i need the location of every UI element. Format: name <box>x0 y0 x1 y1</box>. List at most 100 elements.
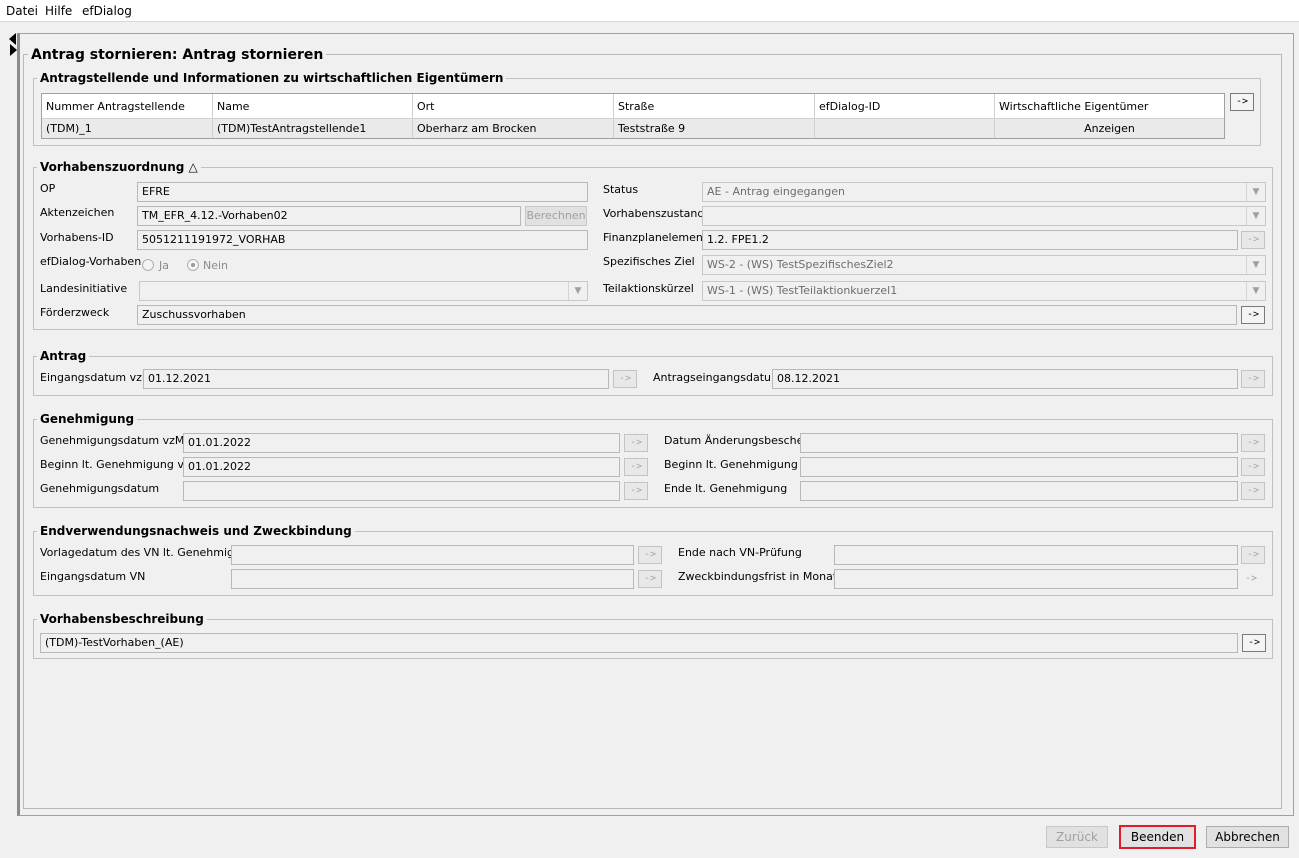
eingangsdatum-vzm-label: Eingangsdatum vzM <box>40 371 152 384</box>
page-title: Antrag stornieren: Antrag stornieren <box>28 47 327 63</box>
zweckbindungsfrist-field[interactable] <box>834 569 1238 589</box>
antragseingangsdatum-arrow-button[interactable]: -> <box>1241 370 1265 388</box>
applicants-arrow-button[interactable]: -> <box>1230 93 1254 111</box>
foerderzweck-label: Förderzweck <box>40 306 110 319</box>
beginn-vzm-field[interactable]: 01.01.2022 <box>183 457 620 477</box>
foerderzweck-field[interactable]: Zuschussvorhaben <box>137 305 1237 325</box>
triangle-up-icon[interactable]: △ <box>189 160 198 174</box>
eingangsdatum-vzm-field[interactable]: 01.12.2021 <box>143 369 609 389</box>
genehmigungsdatum-field[interactable] <box>183 481 620 501</box>
antrag-group-title: Antrag <box>37 349 90 363</box>
applicants-group-title: Antragstellende und Informationen zu wir… <box>37 71 507 85</box>
landesinitiative-select[interactable]: ▼ <box>139 281 588 301</box>
endverwendung-group-title: Endverwendungsnachweis und Zweckbindung <box>37 524 355 538</box>
op-field[interactable]: EFRE <box>137 182 588 202</box>
chevron-down-icon[interactable]: ▼ <box>1246 256 1265 274</box>
col-header-efdialog-id[interactable]: efDialog-ID <box>815 94 995 118</box>
datum-aenderungsbescheid-field[interactable] <box>800 433 1238 453</box>
vorhaben-group-title: Vorhabenszuordnung △ <box>37 160 201 174</box>
beschreibung-field[interactable]: (TDM)-TestVorhaben_(AE) <box>40 633 1238 653</box>
landesinitiative-label: Landesinitiative <box>40 282 128 295</box>
nein-radio[interactable] <box>187 259 199 271</box>
spezifisches-ziel-value: WS-2 - (WS) TestSpezifischesZiel2 <box>707 258 894 271</box>
finanzplanelement-arrow-button[interactable]: -> <box>1241 231 1265 249</box>
table-cell[interactable]: (TDM)TestAntragstellende1 <box>213 118 413 138</box>
beginn-genehmigung-field[interactable] <box>800 457 1238 477</box>
vorlagedatum-arrow-button[interactable]: -> <box>638 546 662 564</box>
beschreibung-group-title: Vorhabensbeschreibung <box>37 612 207 626</box>
show-owners-button[interactable]: Anzeigen <box>995 118 1224 138</box>
chevron-down-icon[interactable]: ▼ <box>1246 207 1265 225</box>
ende-vn-pruefung-label: Ende nach VN-Prüfung <box>678 546 802 559</box>
menu-efdialog[interactable]: efDialog <box>82 4 132 18</box>
table-cell[interactable]: Teststraße 9 <box>614 118 815 138</box>
chevron-down-icon[interactable]: ▼ <box>1246 183 1265 201</box>
datum-aenderungsbescheid-arrow-button[interactable]: -> <box>1241 434 1265 452</box>
table-cell[interactable]: (TDM)_1 <box>42 118 213 138</box>
ende-vn-pruefung-field[interactable] <box>834 545 1238 565</box>
chevron-down-icon[interactable]: ▼ <box>1246 282 1265 300</box>
ende-genehmigung-label: Ende lt. Genehmigung <box>664 482 788 495</box>
ende-genehmigung-field[interactable] <box>800 481 1238 501</box>
vorlagedatum-field[interactable] <box>231 545 634 565</box>
genehmigungsdatum-label: Genehmigungsdatum <box>40 482 160 495</box>
antragseingangsdatum-label: Antragseingangsdatum <box>653 371 782 384</box>
beginn-vzm-label: Beginn lt. Genehmigung vzM <box>40 458 200 471</box>
menu-hilfe[interactable]: Hilfe <box>45 4 72 18</box>
nein-label: Nein <box>203 259 229 272</box>
genehmigungsdatum-arrow-button[interactable]: -> <box>624 482 648 500</box>
col-header-eigentuemer[interactable]: Wirtschaftliche Eigentümer <box>995 94 1224 118</box>
ja-radio[interactable] <box>142 259 154 271</box>
zurueck-button[interactable]: Zurück <box>1046 826 1108 848</box>
zweckbindungsfrist-label: Zweckbindungsfrist in Monaten <box>678 570 851 583</box>
ende-genehmigung-arrow-button[interactable]: -> <box>1241 482 1265 500</box>
datum-aenderungsbescheid-label: Datum Änderungsbescheid <box>664 434 814 447</box>
table-cell[interactable] <box>815 118 995 138</box>
col-header-nummer[interactable]: Nummer Antragstellende <box>42 94 213 118</box>
vorhabenszustand-select[interactable]: ▼ <box>702 206 1266 226</box>
aktenzeichen-field[interactable]: TM_EFR_4.12.-Vorhaben02 <box>137 206 521 226</box>
col-header-name[interactable]: Name <box>213 94 413 118</box>
table-cell[interactable]: Oberharz am Brocken <box>413 118 614 138</box>
beginn-genehmigung-arrow-button[interactable]: -> <box>1241 458 1265 476</box>
expand-right-icon[interactable] <box>10 44 17 56</box>
menu-datei[interactable]: Datei <box>6 4 38 18</box>
chevron-down-icon[interactable]: ▼ <box>568 282 587 300</box>
foerderzweck-arrow-button[interactable]: -> <box>1241 306 1265 324</box>
abbrechen-button[interactable]: Abbrechen <box>1206 826 1289 848</box>
menu-bar: Datei Hilfe efDialog <box>0 0 1299 22</box>
ja-label: Ja <box>159 259 169 272</box>
vorhabens-id-field[interactable]: 5051211191972_VORHAB <box>137 230 588 250</box>
eingangsdatum-vn-label: Eingangsdatum VN <box>40 570 146 583</box>
col-header-ort[interactable]: Ort <box>413 94 614 118</box>
applicants-table: Nummer Antragstellende Name Ort Straße e… <box>41 93 1225 139</box>
status-label: Status <box>603 183 639 196</box>
status-select[interactable]: AE - Antrag eingegangen ▼ <box>702 182 1266 202</box>
spezifisches-ziel-label: Spezifisches Ziel <box>603 255 695 268</box>
genehmigungsdatum-vzm-field[interactable]: 01.01.2022 <box>183 433 620 453</box>
eingangsdatum-vn-arrow-button[interactable]: -> <box>638 570 662 588</box>
teilaktionskuerzel-label: Teilaktionskürzel <box>603 282 694 295</box>
berechnen-button[interactable]: Berechnen <box>525 206 587 226</box>
genehmigung-group-title: Genehmigung <box>37 412 138 426</box>
genehmigungsdatum-vzm-arrow-button[interactable]: -> <box>624 434 648 452</box>
beginn-genehmigung-label: Beginn lt. Genehmigung <box>664 458 798 471</box>
genehmigungsdatum-vzm-label: Genehmigungsdatum vzM <box>40 434 185 447</box>
eingangsdatum-vn-field[interactable] <box>231 569 634 589</box>
op-label: OP <box>40 182 56 195</box>
beschreibung-arrow-button[interactable]: -> <box>1242 634 1266 652</box>
zweckbindungsfrist-arrow: -> <box>1245 573 1258 584</box>
col-header-strasse[interactable]: Straße <box>614 94 815 118</box>
beenden-button[interactable]: Beenden <box>1119 825 1196 849</box>
aktenzeichen-label: Aktenzeichen <box>40 206 115 219</box>
teilaktionskuerzel-value: WS-1 - (WS) TestTeilaktionkuerzel1 <box>707 284 898 297</box>
beginn-vzm-arrow-button[interactable]: -> <box>624 458 648 476</box>
teilaktionskuerzel-select[interactable]: WS-1 - (WS) TestTeilaktionkuerzel1 ▼ <box>702 281 1266 301</box>
finanzplanelement-field[interactable]: 1.2. FPE1.2 <box>702 230 1238 250</box>
ende-vn-pruefung-arrow-button[interactable]: -> <box>1241 546 1265 564</box>
eingangsdatum-vzm-arrow-button[interactable]: -> <box>613 370 637 388</box>
efdialog-vorhaben-label: efDialog-Vorhaben <box>40 255 142 268</box>
antragseingangsdatum-field[interactable]: 08.12.2021 <box>772 369 1238 389</box>
vorhabenszustand-label: Vorhabenszustand <box>603 207 705 220</box>
spezifisches-ziel-select[interactable]: WS-2 - (WS) TestSpezifischesZiel2 ▼ <box>702 255 1266 275</box>
